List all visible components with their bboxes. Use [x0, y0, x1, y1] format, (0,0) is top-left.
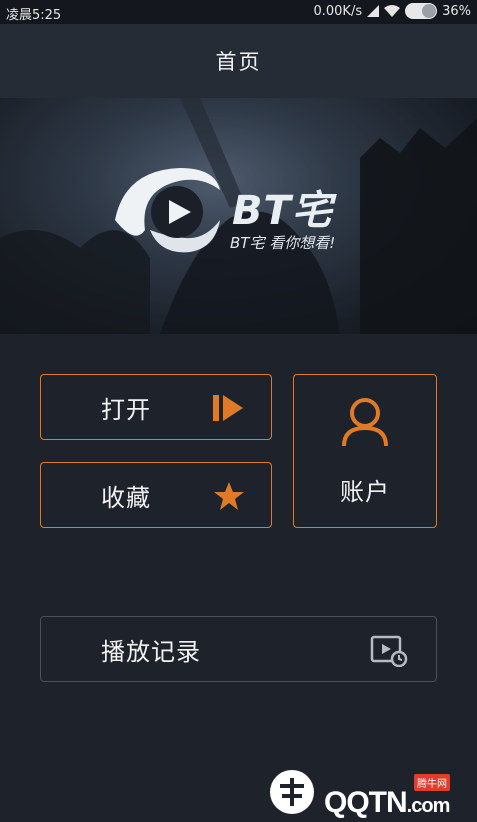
status-time: 凌晨5:25 [6, 8, 62, 23]
page-title: 首页 [215, 50, 262, 74]
favorites-label: 收藏 [101, 483, 151, 512]
open-button[interactable]: 打开 [40, 374, 272, 440]
status-bar: 凌晨5:25 0.00K/s 36% [0, 0, 477, 24]
bt-logo-icon [115, 168, 220, 253]
toggle-icon [405, 3, 438, 19]
open-label: 打开 [101, 395, 151, 424]
banner-slogan: BT宅 看你想看! [230, 234, 336, 252]
banner[interactable]: BT宅 BT宅 看你想看! [0, 98, 477, 334]
account-button[interactable]: 账户 [293, 374, 437, 528]
watermark-text: QQTN.com [324, 786, 450, 819]
signal-icon [367, 5, 380, 17]
banner-brand: BT宅 [232, 188, 333, 234]
play-icon [213, 395, 243, 421]
wifi-icon [384, 5, 401, 17]
user-icon [342, 397, 388, 446]
watermark: 腾牛网 QQTN.com [266, 766, 471, 819]
battery-level: 36% [442, 3, 471, 19]
status-indicators: 0.00K/s 36% [313, 3, 471, 19]
history-label: 播放记录 [101, 637, 201, 666]
header: 首页 [0, 24, 477, 98]
video-history-icon [370, 635, 408, 667]
account-label: 账户 [340, 477, 390, 506]
play-history-button[interactable]: 播放记录 [40, 616, 437, 682]
favorites-button[interactable]: 收藏 [40, 462, 272, 528]
star-icon [214, 482, 244, 510]
network-speed: 0.00K/s [313, 3, 363, 19]
watermark-logo-icon [270, 770, 314, 814]
